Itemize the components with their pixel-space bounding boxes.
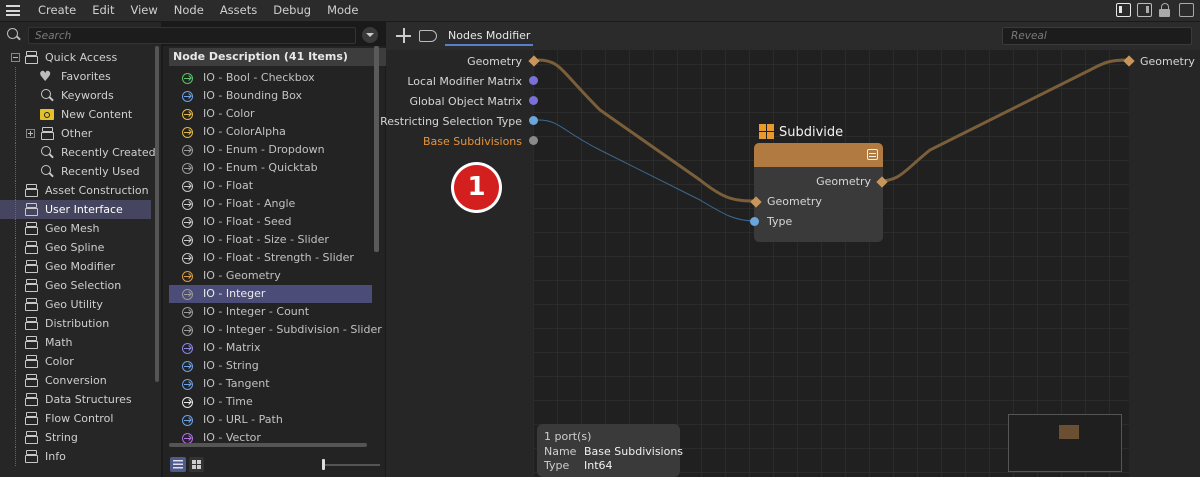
geometry-output-wire [879, 58, 1129, 183]
minimap-node [1059, 425, 1079, 439]
tooltip-name-value: Base Subdivisions [584, 445, 684, 458]
input-port-local-matrix[interactable] [529, 76, 538, 85]
input-port-local-matrix-label: Local Modifier Matrix [407, 75, 522, 88]
node-input-type-label: Type [767, 215, 793, 228]
node-output-geometry-label: Geometry [816, 175, 871, 188]
geometry-input-wire [537, 58, 757, 203]
output-port-geometry-label: Geometry [1140, 55, 1195, 68]
port-info-tooltip: 1 port(s) Name Base Subdivisions Type In… [537, 424, 684, 477]
tooltip-name-label: Name [544, 445, 577, 458]
node-header[interactable] [754, 143, 883, 167]
input-port-geometry-label: Geometry [467, 55, 522, 68]
input-port-base-subdivisions-label: Base Subdivisions [422, 135, 522, 148]
connection-wires [537, 58, 1129, 222]
step-number-badge: 1 [451, 162, 502, 213]
input-port-global-matrix-label: Global Object Matrix [409, 95, 522, 108]
input-port-restricting-selection-label: Restricting Selection Type [380, 115, 522, 128]
node-input-type-port[interactable] [750, 217, 759, 226]
tooltip-type-label: Type [544, 459, 570, 472]
node-menu-icon[interactable] [867, 149, 878, 160]
badge-number: 1 [454, 165, 499, 210]
input-port-restricting-selection[interactable] [529, 116, 538, 125]
node-input-geometry-label: Geometry [767, 195, 822, 208]
subdivide-node-icon [759, 124, 775, 140]
type-input-wire [537, 119, 757, 222]
tooltip-port-count: 1 port(s) [544, 430, 592, 443]
tooltip-type-value: Int64 [584, 459, 613, 472]
subdivide-node[interactable]: Geometry Geometry Type [754, 143, 883, 242]
input-port-global-matrix[interactable] [529, 96, 538, 105]
node-title: Subdivide [779, 125, 844, 140]
minimap[interactable] [1008, 414, 1122, 472]
input-port-base-subdivisions[interactable] [529, 136, 538, 145]
